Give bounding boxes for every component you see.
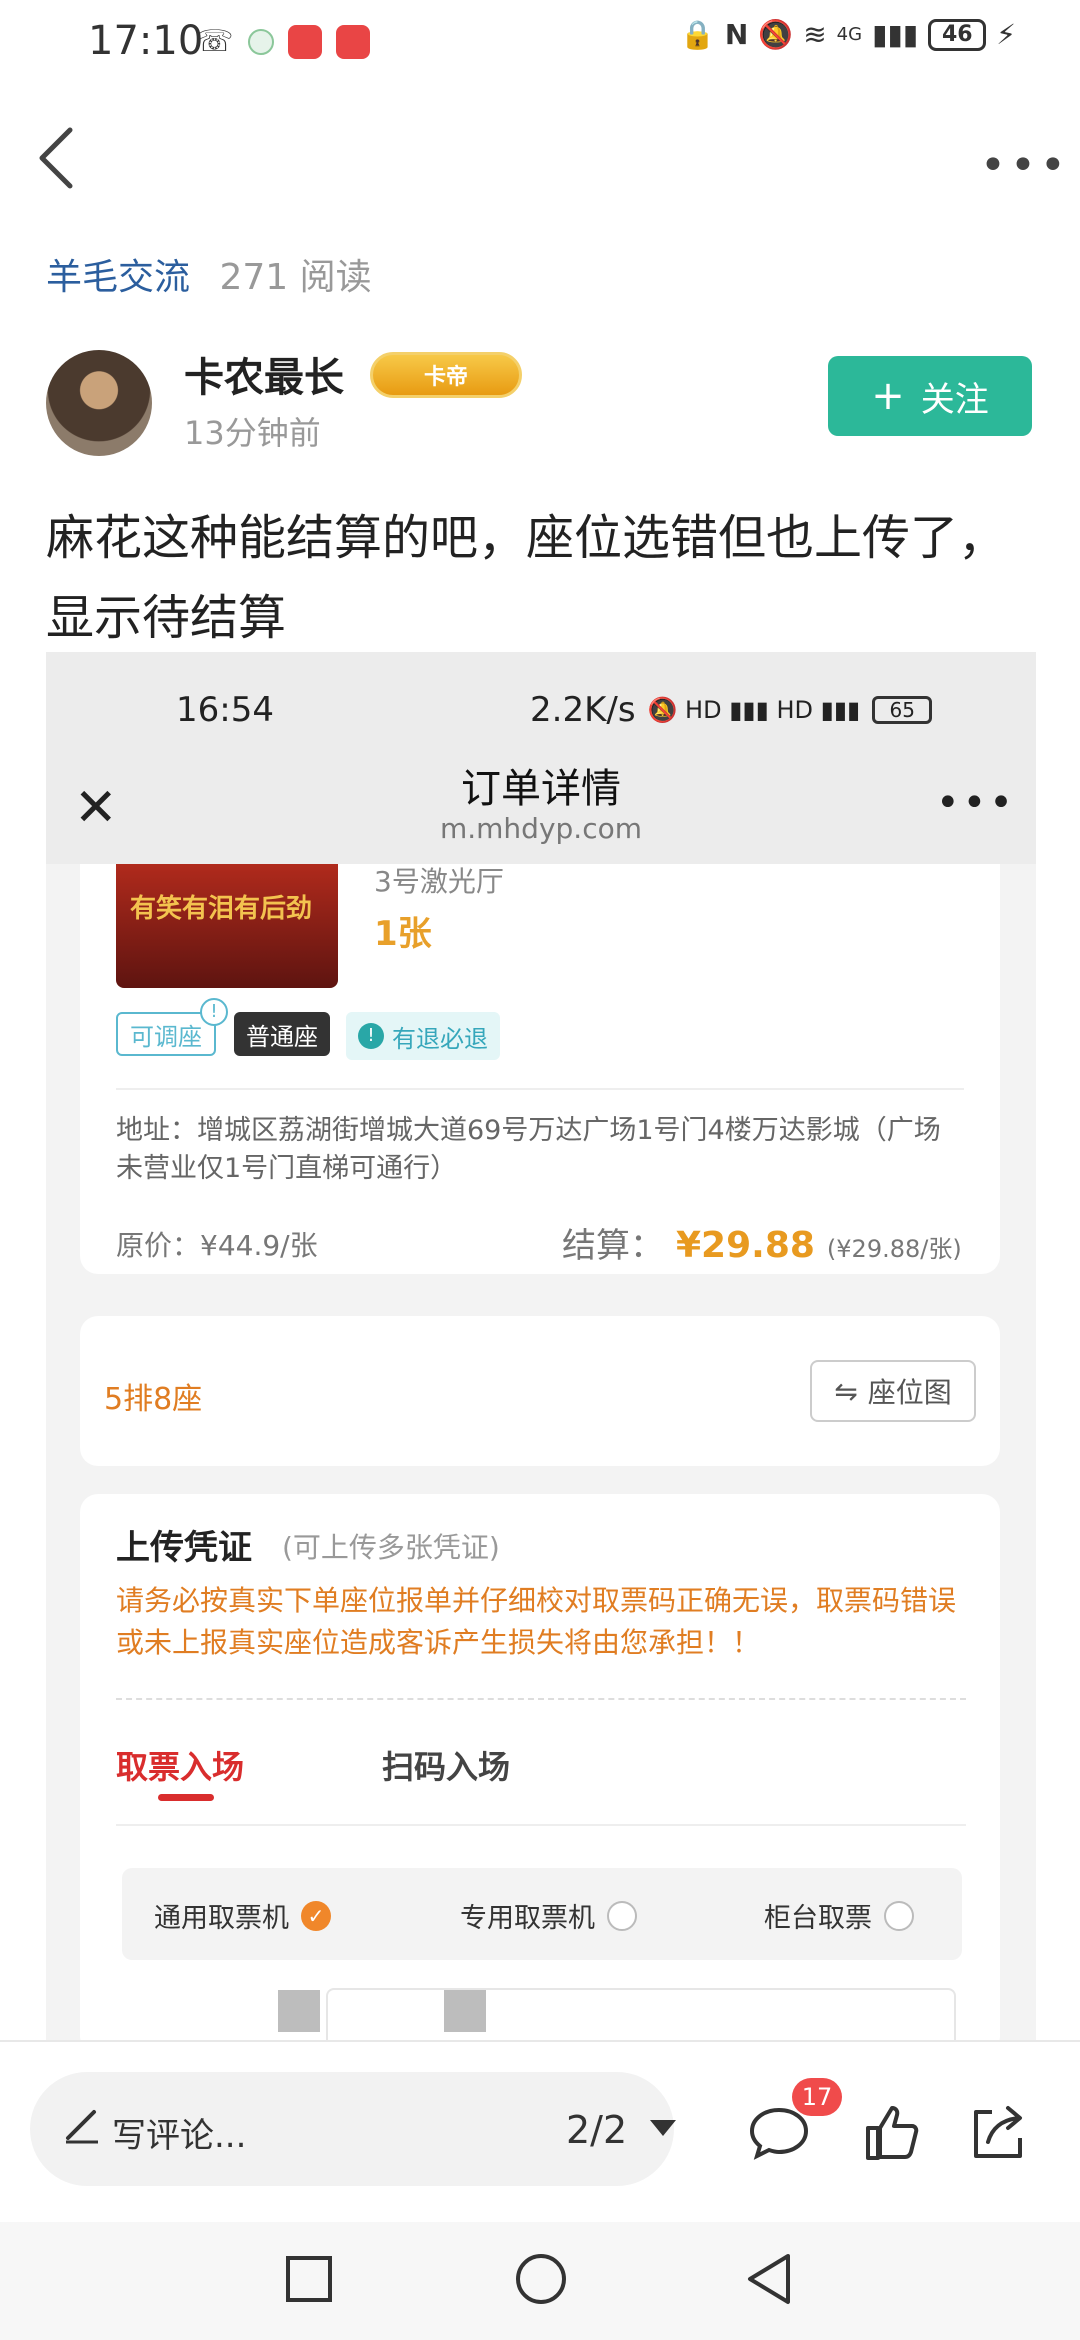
battery-icon: 46 bbox=[928, 18, 987, 51]
follow-label: 关注 bbox=[920, 379, 989, 420]
ticket-code-frame bbox=[326, 1988, 956, 2042]
divider bbox=[116, 1088, 964, 1090]
seat-info: 5排8座 bbox=[104, 1382, 203, 1417]
page-indicator[interactable]: 2/2 bbox=[566, 2108, 627, 2152]
upload-subtitle: (可上传多张凭证) bbox=[282, 1531, 500, 1564]
upload-title: 上传凭证 bbox=[116, 1528, 252, 1568]
post-body: 麻花这种能结算的吧，座位选错但也上传了，显示待结算 bbox=[46, 510, 1007, 646]
avatar[interactable] bbox=[46, 350, 152, 456]
radio-icon bbox=[607, 1900, 637, 1931]
wifi-icon: ≋ bbox=[803, 18, 827, 51]
screenshot-title: 订单详情 bbox=[461, 766, 621, 812]
option-dedicated-machine: 专用取票机 bbox=[460, 1896, 637, 1935]
nfc-icon: N bbox=[724, 18, 749, 51]
app-notification-icon bbox=[247, 28, 274, 55]
upload-warning: 请务必按真实下单座位报单并仔细校对取票码正确无误，取票码错误或未上报真实座位造成… bbox=[116, 1584, 957, 1659]
screenshot-more-icon: ••• bbox=[936, 780, 1016, 826]
image-placeholder bbox=[444, 1990, 486, 2032]
screenshot-status-time: 16:54 bbox=[176, 690, 274, 730]
screenshot-status-icons: 2.2K/s 🔕 HD ▮▮▮ HD ▮▮▮ 65 bbox=[530, 690, 933, 730]
swap-icon: ⇋ bbox=[834, 1374, 858, 1408]
hall-name: 3号激光厅 bbox=[374, 865, 504, 898]
share-icon[interactable] bbox=[962, 2098, 1032, 2168]
more-options-icon[interactable]: ••• bbox=[980, 140, 1070, 191]
divider bbox=[0, 2040, 1080, 2042]
lock-icon: 🔒 bbox=[680, 18, 715, 51]
mute-icon: 🔕 bbox=[758, 18, 794, 51]
image-placeholder bbox=[278, 1990, 320, 2032]
attached-screenshot[interactable]: 16:54 2.2K/s 🔕 HD ▮▮▮ HD ▮▮▮ 65 ✕ 订单详情 m… bbox=[46, 652, 1036, 2042]
tab-ticket-pickup: 取票入场 bbox=[116, 1748, 245, 1786]
divider bbox=[116, 1824, 966, 1826]
tag-refundable-label: 有退必退 bbox=[392, 1024, 488, 1053]
status-notification-icons: ☏ bbox=[196, 24, 370, 59]
screenshot-signal-icon: 🔕 HD ▮▮▮ HD ▮▮▮ bbox=[647, 696, 861, 724]
author-badge: 卡帝 bbox=[370, 352, 522, 398]
like-icon[interactable] bbox=[858, 2098, 928, 2168]
option-label: 柜台取票 bbox=[764, 1903, 872, 1934]
network-label: 4G bbox=[836, 24, 863, 45]
screenshot-speed: 2.2K/s bbox=[530, 690, 636, 730]
dashed-divider bbox=[116, 1698, 966, 1700]
option-counter: 柜台取票 bbox=[764, 1896, 914, 1935]
group-link[interactable]: 羊毛交流 bbox=[46, 257, 190, 298]
radio-checked-icon: ✓ bbox=[301, 1900, 331, 1931]
seat-map-button: ⇋ 座位图 bbox=[810, 1360, 976, 1422]
screenshot-domain: m.mhdyp.com bbox=[439, 812, 642, 845]
huawei-app-icon-2 bbox=[335, 24, 370, 59]
cinema-address: 地址：增城区荔湖街增城大道69号万达广场1号门4楼万达影城（广场未营业仅1号门直… bbox=[116, 1115, 941, 1184]
pencil-icon bbox=[66, 2110, 98, 2144]
group-row: 羊毛交流 271 阅读 bbox=[46, 248, 372, 300]
back-arrow-icon[interactable] bbox=[28, 118, 88, 198]
missed-call-icon: ☏ bbox=[196, 24, 234, 59]
info-icon: ! bbox=[200, 998, 228, 1026]
settle-unit: (¥29.88/张) bbox=[826, 1235, 962, 1263]
tab-underline bbox=[158, 1794, 214, 1801]
option-label: 通用取票机 bbox=[154, 1903, 289, 1934]
status-time: 17:10 bbox=[88, 18, 204, 64]
nav-back-icon[interactable] bbox=[744, 2252, 794, 2306]
tag-refundable: ! 有退必退 bbox=[346, 1012, 500, 1060]
follow-button[interactable]: + 关注 bbox=[828, 356, 1032, 436]
home-icon[interactable] bbox=[514, 2252, 568, 2306]
charging-icon: ⚡ bbox=[996, 18, 1016, 51]
radio-icon bbox=[884, 1900, 914, 1931]
option-label: 专用取票机 bbox=[460, 1903, 595, 1934]
poster-text: 有笑有泪有后劲 bbox=[130, 894, 313, 924]
screenshot-battery-icon: 65 bbox=[872, 696, 933, 724]
alert-icon: ! bbox=[358, 1023, 384, 1049]
settle-price: ¥29.88 bbox=[676, 1225, 815, 1266]
tab-scan-entry: 扫码入场 bbox=[382, 1748, 511, 1786]
original-price: 原价：¥44.9/张 bbox=[116, 1229, 318, 1262]
recent-apps-icon[interactable] bbox=[284, 2254, 334, 2304]
caret-down-icon[interactable] bbox=[650, 2120, 676, 2136]
read-count: 271 阅读 bbox=[219, 257, 372, 298]
option-general-machine: 通用取票机 ✓ bbox=[154, 1896, 331, 1935]
signal-icon: ▮▮▮ bbox=[872, 18, 919, 51]
post-time: 13分钟前 bbox=[184, 414, 321, 452]
status-system-icons: 🔒 N 🔕 ≋ 4G ▮▮▮ 46 ⚡ bbox=[680, 18, 1016, 51]
plus-icon: + bbox=[871, 373, 905, 419]
settle-row: 结算： ¥29.88 (¥29.88/张) bbox=[562, 1218, 962, 1267]
settle-label: 结算： bbox=[562, 1226, 664, 1266]
author-name[interactable]: 卡农最长 bbox=[184, 345, 344, 403]
huawei-app-icon bbox=[287, 24, 322, 59]
comment-count-badge: 17 bbox=[792, 2078, 842, 2116]
comment-placeholder[interactable]: 写评论... bbox=[112, 2108, 246, 2157]
seat-map-label: 座位图 bbox=[867, 1376, 952, 1409]
ticket-quantity: 1张 bbox=[374, 914, 432, 954]
movie-poster bbox=[116, 864, 338, 988]
tag-normal-seat: 普通座 bbox=[234, 1012, 330, 1056]
